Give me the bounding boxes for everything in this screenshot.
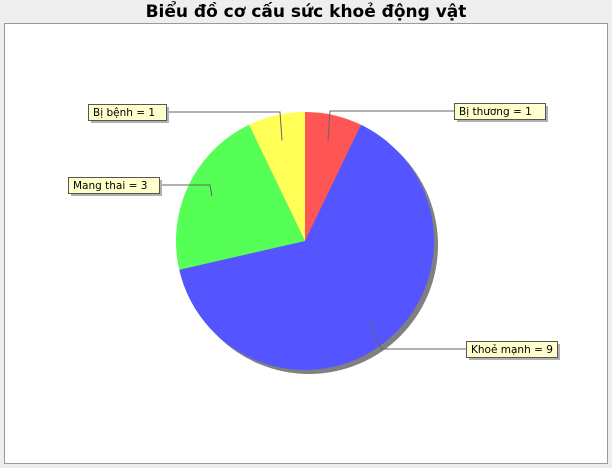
slice-label-khoe-manh: Khoẻ mạnh = 9 <box>471 344 553 356</box>
chart-window: Biểu đồ cơ cấu sức khoẻ động vật Bị thươ… <box>0 0 612 468</box>
slice-label-bi-thuong: Bị thương = 1 <box>459 106 532 118</box>
slice-label-mang-thai: Mang thai = 3 <box>73 180 147 192</box>
slice-label-bi-benh: Bị bệnh = 1 <box>93 107 155 119</box>
pie-slices <box>175 112 434 371</box>
pie-chart-plot: Bị thương = 1 Khoẻ mạnh = 9 Mang thai = 3 B… <box>4 23 608 464</box>
chart-title: Biểu đồ cơ cấu sức khoẻ động vật <box>145 2 467 22</box>
